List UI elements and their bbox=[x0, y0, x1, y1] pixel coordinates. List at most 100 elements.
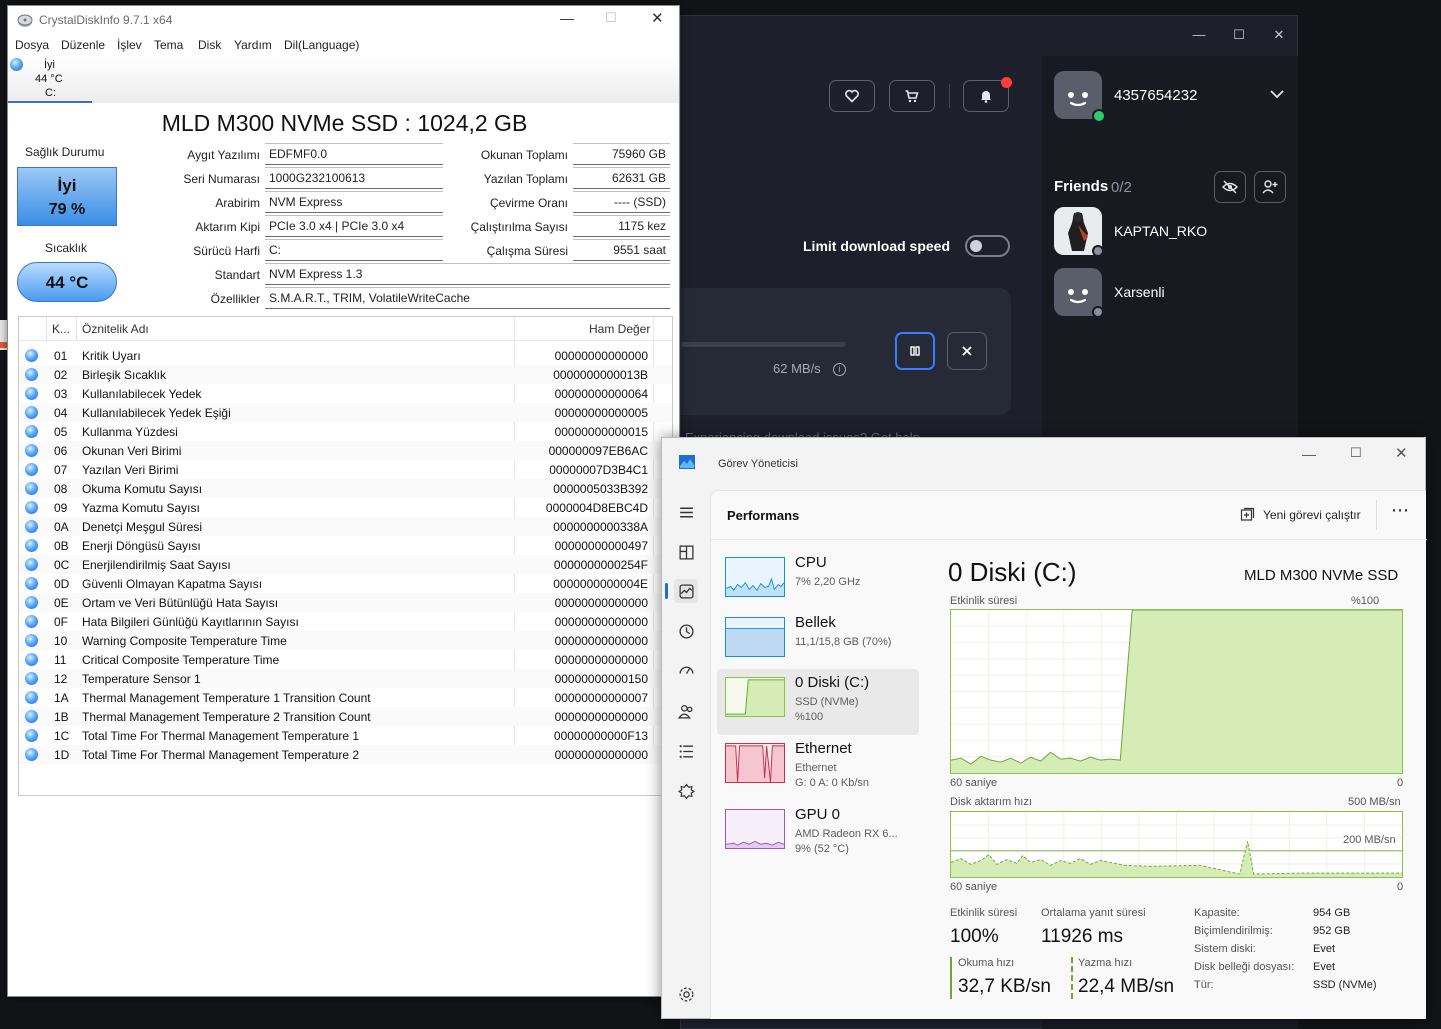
write-speed-label: Yazma hızı bbox=[1078, 957, 1133, 969]
limit-download-toggle[interactable] bbox=[965, 235, 1010, 257]
menu-file[interactable]: Dosya bbox=[15, 38, 49, 52]
nav-settings[interactable] bbox=[674, 982, 698, 1006]
nav-app-history[interactable] bbox=[674, 619, 698, 643]
table-row[interactable]: 08 Okuma Komutu Sayısı 0000005033B392 bbox=[19, 479, 672, 498]
attribute-id: 0C bbox=[54, 558, 70, 572]
write-rate-marker bbox=[1071, 957, 1073, 999]
table-row[interactable]: 0F Hata Bilgileri Günlüğü Kayıtlarının Sa… bbox=[19, 612, 672, 631]
info-icon[interactable]: i bbox=[833, 363, 846, 376]
total-writes-field: 62631 GB bbox=[573, 167, 670, 189]
table-row[interactable]: 1A Thermal Management Temperature 1 Trans… bbox=[19, 688, 672, 707]
menu-help[interactable]: Yardım bbox=[234, 38, 272, 52]
attribute-name: Yazma Komutu Sayısı bbox=[82, 501, 200, 515]
table-row[interactable]: 0E Ortam ve Veri Bütünlüğü Hata Sayısı 000… bbox=[19, 593, 672, 612]
download-card: 62 MB/s i bbox=[681, 288, 1011, 415]
cancel-download-button[interactable] bbox=[947, 332, 987, 370]
close-icon[interactable]: ✕ bbox=[1395, 444, 1408, 462]
minimize-icon[interactable]: — bbox=[1302, 446, 1316, 462]
col-name-header[interactable]: Öznitelik Adı bbox=[82, 322, 149, 336]
table-row[interactable]: 0B Enerji Döngüsü Sayısı 00000000000497 bbox=[19, 536, 672, 555]
attribute-status-icon bbox=[25, 615, 38, 628]
add-friend-button[interactable] bbox=[1254, 171, 1286, 203]
menu-edit[interactable]: Düzenle bbox=[61, 38, 105, 52]
firmware-field: EDFMF0.0 bbox=[265, 143, 443, 165]
table-row[interactable]: 03 Kullanılabilecek Yedek 00000000000064 bbox=[19, 384, 672, 403]
nav-processes[interactable] bbox=[674, 540, 698, 564]
nav-startup[interactable] bbox=[674, 659, 698, 683]
run-new-task-button[interactable]: Yeni görevi çalıştır bbox=[1234, 500, 1364, 530]
table-row[interactable]: 07 Yazılan Veri Birimi 00000007D3B4C1 bbox=[19, 460, 672, 479]
maximize-icon[interactable]: ☐ bbox=[605, 10, 617, 26]
more-options-icon[interactable]: ⋯ bbox=[1391, 500, 1410, 521]
table-row[interactable]: 1B Thermal Management Temperature 2 Trans… bbox=[19, 707, 672, 726]
perf-item-memory[interactable]: Bellek 11,1/15,8 GB (70%) bbox=[717, 609, 919, 675]
attribute-name: Enerji Döngüsü Sayısı bbox=[82, 539, 201, 553]
attribute-status-icon bbox=[25, 406, 38, 419]
table-row[interactable]: 05 Kullanma Yüzdesi 00000000000015 bbox=[19, 422, 672, 441]
table-row[interactable]: 06 Okunan Veri Birimi 000000097EB6AC bbox=[19, 441, 672, 460]
attribute-id: 09 bbox=[54, 501, 68, 515]
maximize-icon[interactable]: ☐ bbox=[1350, 445, 1362, 461]
perf-item-gpu[interactable]: GPU 0 AMD Radeon RX 6... 9% (52 °C) bbox=[717, 801, 919, 867]
attribute-raw-value: 00000000000150 bbox=[554, 672, 648, 686]
table-row[interactable]: 04 Kullanılabilecek Yedek Eşiği 0000000000… bbox=[19, 403, 672, 422]
menu-theme[interactable]: Tema bbox=[154, 38, 183, 52]
minimize-icon[interactable]: — bbox=[1189, 27, 1209, 42]
nav-details[interactable] bbox=[674, 739, 698, 763]
perf-item-cpu[interactable]: CPU 7% 2,20 GHz bbox=[717, 549, 919, 615]
nav-users[interactable] bbox=[674, 699, 698, 723]
toolbar-divider bbox=[949, 84, 950, 108]
table-row[interactable]: 09 Yazma Komutu Sayısı 0000004D8EBC4D bbox=[19, 498, 672, 517]
table-row[interactable]: 1C Total Time For Thermal Management Temp… bbox=[19, 726, 672, 745]
minimize-icon[interactable]: — bbox=[560, 10, 574, 26]
attribute-status-icon bbox=[25, 463, 38, 476]
table-row[interactable]: 11 Critical Composite Temperature Time 000… bbox=[19, 650, 672, 669]
table-row[interactable]: 0D Güvenli Olmayan Kapatma Sayısı 00000000… bbox=[19, 574, 672, 593]
attribute-name: Kullanılabilecek Yedek bbox=[82, 387, 202, 401]
chevron-down-icon[interactable] bbox=[1270, 89, 1284, 99]
table-row[interactable]: 1D Total Time For Thermal Management Temp… bbox=[19, 745, 672, 764]
hide-friends-button[interactable] bbox=[1214, 171, 1246, 203]
menu-disk[interactable]: Disk bbox=[198, 38, 221, 52]
perf-item-disk-c[interactable]: 0 Diski (C:) SSD (NVMe) %100 bbox=[717, 669, 919, 735]
attribute-name: Warning Composite Temperature Time bbox=[82, 634, 287, 648]
table-row[interactable]: 10 Warning Composite Temperature Time 0000… bbox=[19, 631, 672, 650]
menu-function[interactable]: İşlev bbox=[117, 38, 142, 52]
perf-item-ethernet[interactable]: Ethernet Ethernet G: 0 A: 0 Kb/sn bbox=[717, 735, 919, 801]
table-row[interactable]: 12 Temperature Sensor 1 00000000000150 bbox=[19, 669, 672, 688]
wishlist-button[interactable] bbox=[829, 80, 875, 112]
nav-performance[interactable] bbox=[674, 579, 698, 603]
table-row[interactable]: 0A Denetçi Meşgul Süresi 0000000000338A bbox=[19, 517, 672, 536]
user-avatar[interactable] bbox=[1054, 71, 1106, 123]
maximize-icon[interactable]: ☐ bbox=[1229, 27, 1249, 43]
pause-button[interactable] bbox=[895, 332, 935, 370]
perf-item-name: GPU 0 bbox=[795, 806, 841, 823]
performance-icon bbox=[678, 583, 694, 599]
hamburger-menu-button[interactable] bbox=[674, 500, 698, 524]
drive-tab-c[interactable]: İyi 44 °C C: bbox=[8, 56, 92, 103]
menu-language[interactable]: Dil(Language) bbox=[284, 38, 359, 52]
table-row[interactable]: 0C Enerjilendirilmiş Saat Sayısı 000000000… bbox=[19, 555, 672, 574]
attribute-raw-value: 0000000000254F bbox=[553, 558, 648, 572]
attribute-status-icon bbox=[25, 729, 38, 742]
nav-rail bbox=[662, 488, 710, 1018]
table-row[interactable]: 02 Birleşik Sıcaklık 0000000000013B bbox=[19, 365, 672, 384]
notifications-button[interactable] bbox=[963, 77, 1012, 112]
close-icon[interactable]: ✕ bbox=[1269, 27, 1289, 43]
smart-attributes-table[interactable]: K... Öznitelik Adı Ham Değer 01 Kritik Uy… bbox=[18, 316, 673, 796]
close-icon[interactable]: ✕ bbox=[651, 9, 664, 27]
col-raw-header[interactable]: Ham Değer bbox=[589, 322, 650, 336]
perf-item-name: Bellek bbox=[795, 614, 836, 631]
attribute-name: Kritik Uyarı bbox=[82, 349, 141, 363]
attribute-id: 12 bbox=[54, 672, 68, 686]
nav-services[interactable] bbox=[674, 779, 698, 803]
table-row[interactable]: 01 Kritik Uyarı 00000000000000 bbox=[19, 346, 672, 365]
power-on-hours-field: 9551 saat bbox=[573, 239, 670, 261]
col-id-header[interactable]: K... bbox=[52, 322, 70, 336]
transfer-rate-chart-xlabel: 60 saniye bbox=[950, 881, 998, 893]
attribute-name: Güvenli Olmayan Kapatma Sayısı bbox=[82, 577, 263, 591]
attribute-id: 02 bbox=[54, 368, 68, 382]
attribute-id: 0A bbox=[54, 520, 69, 534]
cart-button[interactable] bbox=[889, 80, 935, 112]
disk-title: 0 Diski (C:) bbox=[948, 557, 1077, 587]
